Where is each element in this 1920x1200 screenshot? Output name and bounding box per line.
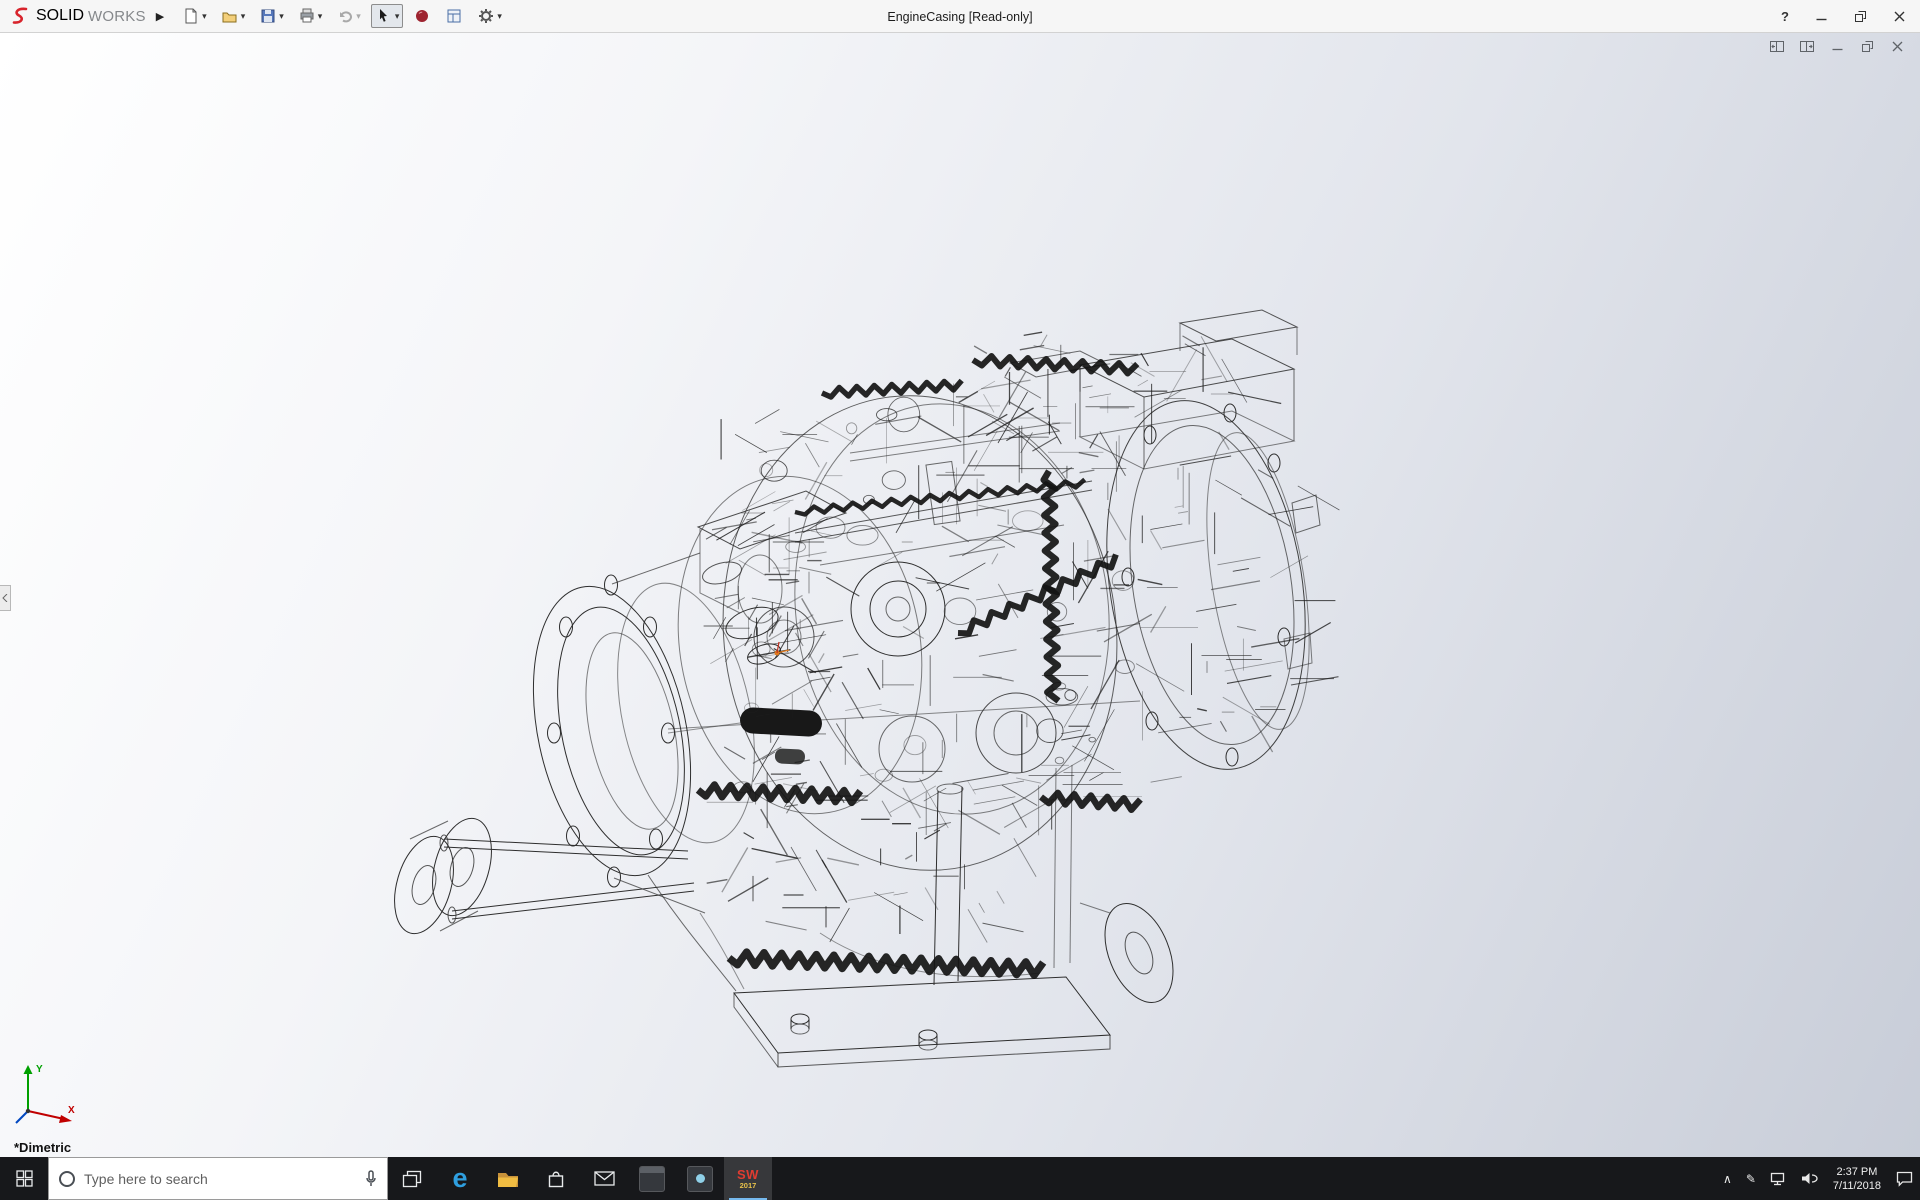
display-pane-icon xyxy=(445,7,463,25)
doc-close-button[interactable] xyxy=(1888,39,1906,54)
solidworks-taskbar-button[interactable]: SW 2017 xyxy=(724,1157,772,1200)
task-view-button[interactable] xyxy=(388,1157,436,1200)
edge-icon: e xyxy=(452,1165,467,1192)
cortana-icon xyxy=(59,1171,75,1187)
select-tool-button[interactable]: ▾ xyxy=(371,4,404,28)
save-floppy-icon xyxy=(259,7,277,25)
mail-button[interactable] xyxy=(580,1157,628,1200)
taskbar-apps: e SW 2017 xyxy=(388,1157,772,1200)
appearance-sphere-icon xyxy=(413,7,431,25)
app-window-dark-icon-2 xyxy=(687,1166,713,1192)
taskbar-clock[interactable]: 2:37 PM 7/11/2018 xyxy=(1825,1165,1889,1193)
graphics-area[interactable]: Y X *Dimetric xyxy=(0,33,1920,1157)
pen-settings-button[interactable]: ✎ xyxy=(1739,1157,1763,1200)
clock-time: 2:37 PM xyxy=(1836,1165,1877,1179)
close-icon xyxy=(1894,11,1905,22)
show-hidden-icons-button[interactable]: ∧ xyxy=(1716,1157,1739,1200)
chevron-down-icon[interactable]: ▾ xyxy=(395,12,400,21)
featuremanager-collapsed-tab[interactable] xyxy=(0,585,11,611)
file-explorer-button[interactable] xyxy=(484,1157,532,1200)
solidworks-window: SOLIDWORKS ▶ ▾ ▾ ▾ ▾ ▾ xyxy=(0,0,1920,1200)
printer-icon xyxy=(298,7,316,25)
engine-casing-wireframe-model[interactable] xyxy=(0,33,1920,1157)
open-folder-icon xyxy=(221,7,239,25)
doc-pane-right-button[interactable] xyxy=(1798,39,1816,54)
orientation-triad[interactable]: Y X xyxy=(12,1057,82,1129)
speaker-icon xyxy=(1801,1172,1818,1185)
close-icon xyxy=(1892,41,1903,52)
view-orientation-label: *Dimetric xyxy=(14,1140,71,1155)
brand-works-text: WORKS xyxy=(88,8,146,25)
chevron-down-icon[interactable]: ▾ xyxy=(241,12,246,21)
clock-date: 7/11/2018 xyxy=(1833,1179,1881,1193)
select-cursor-icon xyxy=(375,7,393,25)
action-center-icon xyxy=(1896,1171,1913,1187)
app-window-dark-icon-1 xyxy=(639,1166,665,1192)
new-document-icon xyxy=(182,7,200,25)
chevron-down-icon[interactable]: ▾ xyxy=(279,12,284,21)
app-window-dark-2-button[interactable] xyxy=(676,1157,724,1200)
task-view-icon xyxy=(401,1169,423,1189)
new-document-button[interactable]: ▾ xyxy=(178,4,211,28)
document-window-controls xyxy=(1768,39,1906,54)
chevron-up-icon: ∧ xyxy=(1723,1173,1732,1185)
help-button[interactable]: ? xyxy=(1781,9,1789,24)
pane-right-icon xyxy=(1800,41,1814,52)
doc-pane-left-button[interactable] xyxy=(1768,39,1786,54)
folder-icon xyxy=(496,1169,520,1189)
dassault-3ds-icon xyxy=(10,6,32,26)
system-tray: ∧ ✎ 2:37 PM 7/11/2018 xyxy=(1716,1157,1920,1200)
store-button[interactable] xyxy=(532,1157,580,1200)
chevron-down-icon[interactable]: ▾ xyxy=(202,12,207,21)
undo-button[interactable]: ▾ xyxy=(332,4,365,28)
window-controls: ? xyxy=(1781,0,1910,33)
app-window-dark-1-button[interactable] xyxy=(628,1157,676,1200)
pen-icon: ✎ xyxy=(1746,1173,1756,1185)
restore-button[interactable] xyxy=(1849,7,1871,27)
solidworks-2017-icon: SW 2017 xyxy=(737,1168,759,1190)
settings-button[interactable]: ▾ xyxy=(473,4,506,28)
start-button[interactable] xyxy=(0,1157,48,1200)
solidworks-logo: SOLIDWORKS xyxy=(10,6,146,26)
action-center-button[interactable] xyxy=(1889,1157,1920,1200)
close-button[interactable] xyxy=(1888,7,1910,27)
appearance-button[interactable] xyxy=(409,4,435,28)
chevron-down-icon[interactable]: ▾ xyxy=(497,12,502,21)
undo-arrow-icon xyxy=(336,7,354,25)
doc-restore-button[interactable] xyxy=(1858,39,1876,54)
windows-taskbar: e SW 2017 xyxy=(0,1157,1920,1200)
window-title: EngineCasing [Read-only] xyxy=(887,0,1032,33)
chevron-left-icon xyxy=(2,594,8,602)
restore-icon xyxy=(1855,11,1866,22)
network-icon xyxy=(1770,1172,1787,1186)
microphone-icon[interactable] xyxy=(365,1170,377,1187)
save-button[interactable]: ▾ xyxy=(255,4,288,28)
doc-minimize-button[interactable] xyxy=(1828,39,1846,54)
mail-envelope-icon xyxy=(594,1171,615,1186)
print-button[interactable]: ▾ xyxy=(294,4,327,28)
gear-icon xyxy=(477,7,495,25)
display-options-button[interactable] xyxy=(441,4,467,28)
network-button[interactable] xyxy=(1763,1157,1794,1200)
search-input[interactable] xyxy=(84,1171,356,1187)
menu-expand-arrow-icon[interactable]: ▶ xyxy=(156,10,164,23)
minimize-button[interactable] xyxy=(1810,7,1832,27)
chevron-down-icon[interactable]: ▾ xyxy=(318,12,323,21)
edge-button[interactable]: e xyxy=(436,1157,484,1200)
restore-icon xyxy=(1862,41,1873,52)
volume-button[interactable] xyxy=(1794,1157,1825,1200)
store-bag-icon xyxy=(546,1169,566,1189)
quick-access-toolbar: ▾ ▾ ▾ ▾ ▾ ▾ xyxy=(178,4,506,28)
minimize-icon xyxy=(1832,41,1843,52)
taskbar-search-box[interactable] xyxy=(48,1157,388,1200)
triad-x-label: X xyxy=(68,1105,75,1116)
triad-y-label: Y xyxy=(36,1064,43,1075)
windows-logo-icon xyxy=(16,1170,33,1187)
brand-solid-text: SOLID xyxy=(36,7,84,25)
pane-left-icon xyxy=(1770,41,1784,52)
chevron-down-icon: ▾ xyxy=(356,12,361,21)
title-bar: SOLIDWORKS ▶ ▾ ▾ ▾ ▾ ▾ xyxy=(0,0,1920,33)
open-button[interactable]: ▾ xyxy=(217,4,250,28)
minimize-icon xyxy=(1816,11,1827,22)
